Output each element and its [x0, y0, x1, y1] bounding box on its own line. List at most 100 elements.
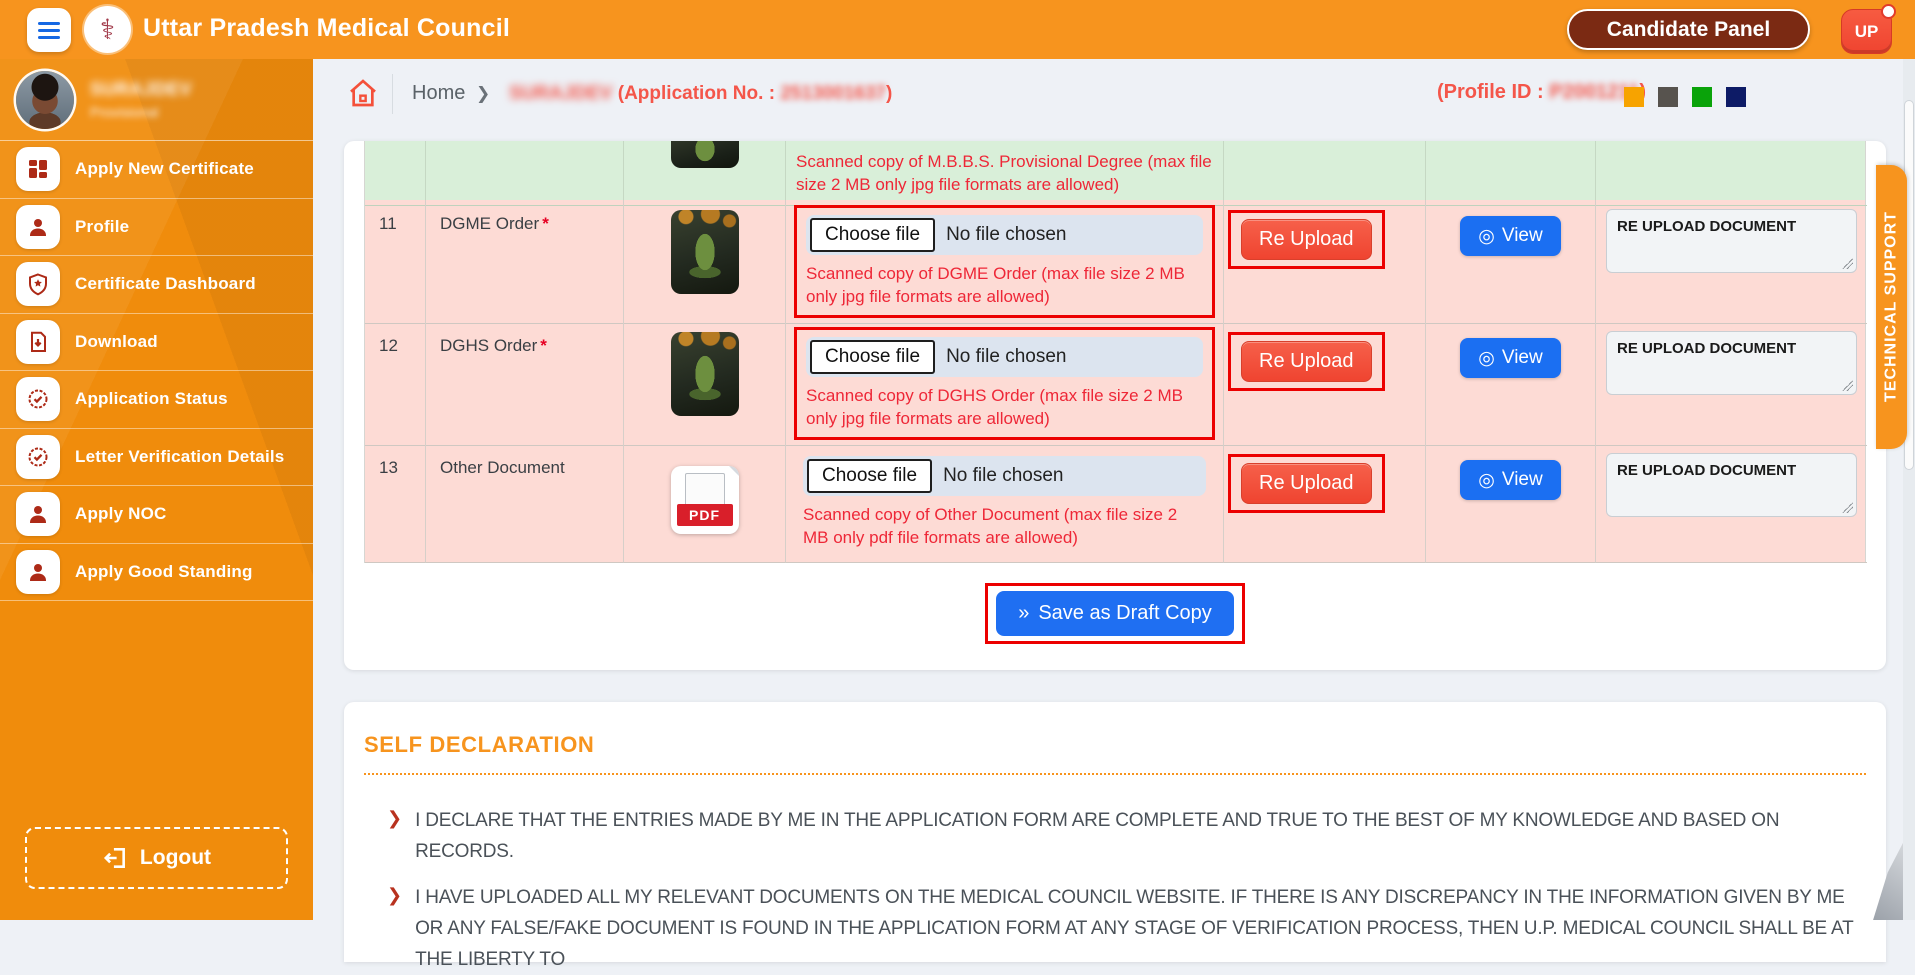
- no-file-chosen-label: No file chosen: [946, 346, 1066, 368]
- home-icon[interactable]: [347, 77, 379, 109]
- section-title: SELF DECLARATION: [364, 732, 1866, 758]
- technical-support-tab[interactable]: TECHNICAL SUPPORT: [1876, 165, 1907, 449]
- re-upload-button[interactable]: Re Upload: [1241, 341, 1372, 382]
- view-button[interactable]: ◎View: [1460, 338, 1560, 378]
- chevron-right-icon: ❯: [476, 84, 490, 104]
- hamburger-menu-button[interactable]: [27, 8, 71, 52]
- remark-textarea[interactable]: RE UPLOAD DOCUMENT: [1606, 453, 1857, 517]
- medical-emblem-icon: ⚕: [100, 16, 115, 44]
- reupload-highlight-box: Re Upload: [1228, 332, 1385, 391]
- reupload-highlight-box: Re Upload: [1228, 210, 1385, 269]
- remark-textarea[interactable]: RE UPLOAD DOCUMENT: [1606, 331, 1857, 395]
- legend-square-gray[interactable]: [1658, 87, 1678, 107]
- eye-icon: ◎: [1478, 349, 1495, 368]
- candidate-name: SURAJDEV: [509, 83, 612, 104]
- logout-button[interactable]: Logout: [25, 827, 288, 889]
- sidebar-item-label: Certificate Dashboard: [75, 274, 256, 294]
- breadcrumb-home-link[interactable]: Home: [412, 82, 465, 105]
- breadcrumb-divider: [392, 74, 393, 114]
- view-button[interactable]: ◎View: [1460, 460, 1560, 500]
- user-role: Provisional: [90, 104, 192, 120]
- grid-icon: [16, 147, 60, 191]
- re-upload-button[interactable]: Re Upload: [1241, 463, 1372, 504]
- legend-square-navy[interactable]: [1726, 87, 1746, 107]
- sidebar-item-profile[interactable]: Profile: [0, 199, 313, 257]
- sidebar-item-label: Apply NOC: [75, 504, 167, 524]
- sidebar-item-application-status[interactable]: Application Status: [0, 371, 313, 429]
- file-input[interactable]: Choose file No file chosen: [806, 337, 1203, 377]
- status-legend: [1624, 87, 1746, 107]
- sidebar-menu: Apply New Certificate Profile Certificat…: [0, 141, 313, 601]
- upload-highlight-box: Choose file No file chosen Scanned copy …: [794, 205, 1215, 318]
- app-title: Uttar Pradesh Medical Council: [143, 14, 510, 43]
- choose-file-button[interactable]: Choose file: [810, 218, 935, 252]
- upmc-logo: ⚕: [84, 6, 131, 53]
- upload-caption: Scanned copy of DGME Order (max file siz…: [806, 262, 1203, 308]
- file-input[interactable]: Choose file No file chosen: [806, 215, 1203, 255]
- re-upload-button[interactable]: Re Upload: [1241, 219, 1372, 260]
- serial-number: 12: [365, 322, 426, 446]
- sidebar-item-apply-noc[interactable]: Apply NOC: [0, 486, 313, 544]
- sidebar-item-apply-new-certificate[interactable]: Apply New Certificate: [0, 141, 313, 199]
- badge-check-icon: [16, 377, 60, 421]
- table-row-dgme-order: 11 DGME Order* Choose file No file chose…: [365, 200, 1865, 322]
- table-row-other-document: 13 Other Document PDF Choose file No fil…: [365, 444, 1865, 563]
- person-icon: [16, 492, 60, 536]
- eye-icon: ◎: [1478, 227, 1495, 246]
- sidebar: SURAJDEV Provisional Apply New Certifica…: [0, 59, 313, 920]
- documents-upload-card: Scanned copy of M.B.B.S. Provisional Deg…: [344, 141, 1886, 670]
- self-declaration-card: SELF DECLARATION ❯ I DECLARE THAT THE EN…: [344, 702, 1886, 962]
- logout-icon: [102, 845, 128, 871]
- shield-star-icon: [16, 262, 60, 306]
- profile-id: (Profile ID : P2001211): [1437, 81, 1646, 104]
- document-name: Other Document: [440, 458, 565, 477]
- sidebar-item-label: Download: [75, 332, 158, 352]
- no-file-chosen-label: No file chosen: [946, 224, 1066, 246]
- choose-file-button[interactable]: Choose file: [810, 340, 935, 374]
- table-row-dghs-order: 12 DGHS Order* Choose file No file chose…: [365, 322, 1865, 444]
- sidebar-item-certificate-dashboard[interactable]: Certificate Dashboard: [0, 256, 313, 314]
- file-input[interactable]: Choose file No file chosen: [803, 456, 1206, 496]
- sidebar-item-download[interactable]: Download: [0, 314, 313, 372]
- sidebar-item-label: Letter Verification Details: [75, 447, 284, 467]
- remark-textarea[interactable]: RE UPLOAD DOCUMENT: [1606, 209, 1857, 273]
- candidate-panel-button[interactable]: Candidate Panel: [1567, 9, 1810, 50]
- double-chevron-icon: »: [1018, 602, 1029, 625]
- save-as-draft-button[interactable]: »Save as Draft Copy: [996, 591, 1234, 636]
- document-name: DGME Order: [440, 214, 539, 233]
- sidebar-item-label: Apply New Certificate: [75, 159, 254, 179]
- person-icon: [16, 550, 60, 594]
- documents-table: Scanned copy of M.B.B.S. Provisional Deg…: [364, 141, 1866, 563]
- breadcrumb: Home ❯ SURAJDEV (Application No. : 25130…: [313, 59, 1915, 131]
- legend-square-green[interactable]: [1692, 87, 1712, 107]
- sidebar-item-label: Profile: [75, 217, 129, 237]
- legend-square-orange[interactable]: [1624, 87, 1644, 107]
- declaration-list: ❯ I DECLARE THAT THE ENTRIES MADE BY ME …: [364, 805, 1866, 975]
- sidebar-item-apply-good-standing[interactable]: Apply Good Standing: [0, 544, 313, 602]
- notification-dot: [1881, 4, 1896, 19]
- chevron-bullet-icon: ❯: [387, 808, 402, 867]
- sidebar-user-card: SURAJDEV Provisional: [0, 59, 313, 141]
- badge-check-icon: [16, 435, 60, 479]
- view-button[interactable]: ◎View: [1460, 216, 1560, 256]
- serial-number: 13: [365, 444, 426, 563]
- serial-number: 11: [365, 200, 426, 324]
- upload-caption: Scanned copy of Other Document (max file…: [803, 503, 1206, 549]
- save-draft-highlight-box: »Save as Draft Copy: [985, 583, 1245, 644]
- dotted-divider: [364, 773, 1866, 775]
- required-asterisk: *: [542, 214, 549, 233]
- application-number: 2513001637: [780, 83, 886, 104]
- choose-file-button[interactable]: Choose file: [807, 459, 932, 493]
- sidebar-item-label: Application Status: [75, 389, 228, 409]
- upload-caption: Scanned copy of M.B.B.S. Provisional Deg…: [796, 150, 1213, 196]
- up-profile-badge[interactable]: UP: [1841, 9, 1892, 54]
- no-file-chosen-label: No file chosen: [943, 465, 1063, 487]
- eye-icon: ◎: [1478, 471, 1495, 490]
- declaration-item: ❯ I HAVE UPLOADED ALL MY RELEVANT DOCUME…: [364, 882, 1866, 975]
- document-thumbnail: [671, 210, 739, 294]
- reupload-highlight-box: Re Upload: [1228, 454, 1385, 513]
- download-document-icon: [16, 320, 60, 364]
- pdf-file-icon: PDF: [671, 466, 739, 534]
- sidebar-item-letter-verification-details[interactable]: Letter Verification Details: [0, 429, 313, 487]
- avatar: [16, 71, 74, 129]
